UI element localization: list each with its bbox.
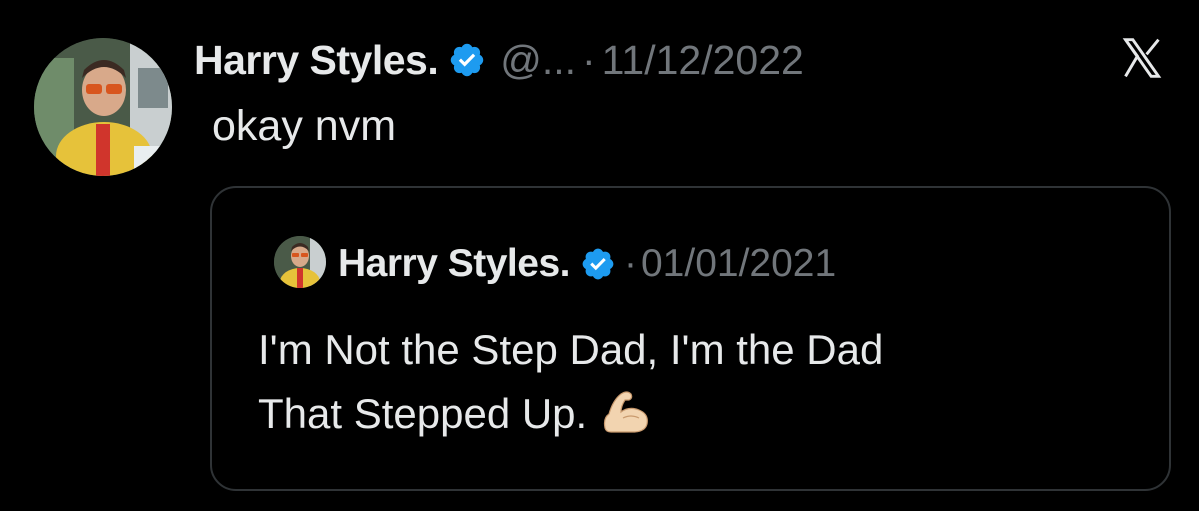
quoted-text-line-2: That Stepped Up. xyxy=(258,390,588,437)
tweet-date[interactable]: 11/12/2022 xyxy=(602,37,804,84)
author-name[interactable]: Harry Styles. xyxy=(194,37,439,84)
quoted-avatar-image xyxy=(274,236,326,288)
quoted-author-avatar[interactable] xyxy=(274,236,326,288)
quoted-text-line-1: I'm Not the Step Dad, I'm the Dad xyxy=(258,326,884,373)
tweet-header: Harry Styles. @... · 11/12/2022 xyxy=(194,34,804,86)
separator-dot: · xyxy=(582,36,596,83)
quoted-text-line-2-wrap: That Stepped Up. xyxy=(258,382,1138,446)
author-avatar[interactable] xyxy=(34,38,172,176)
quoted-tweet-header: Harry Styles. · 01/01/2021 xyxy=(338,240,836,288)
author-handle[interactable]: @... xyxy=(500,37,576,84)
quoted-tweet-text: I'm Not the Step Dad, I'm the Dad That S… xyxy=(258,318,1138,446)
quoted-author-name[interactable]: Harry Styles. xyxy=(338,242,570,286)
tweet-text: okay nvm xyxy=(212,102,397,150)
verified-badge-icon xyxy=(580,246,616,282)
avatar-image xyxy=(34,38,172,176)
flexed-biceps-icon xyxy=(599,388,651,434)
separator-dot: · xyxy=(623,242,637,285)
quoted-tweet-card[interactable]: Harry Styles. · 01/01/2021 I'm Not the S… xyxy=(210,186,1171,491)
verified-badge-icon xyxy=(448,41,486,79)
x-logo-icon xyxy=(1114,36,1170,80)
quoted-tweet-date[interactable]: 01/01/2021 xyxy=(641,242,836,286)
